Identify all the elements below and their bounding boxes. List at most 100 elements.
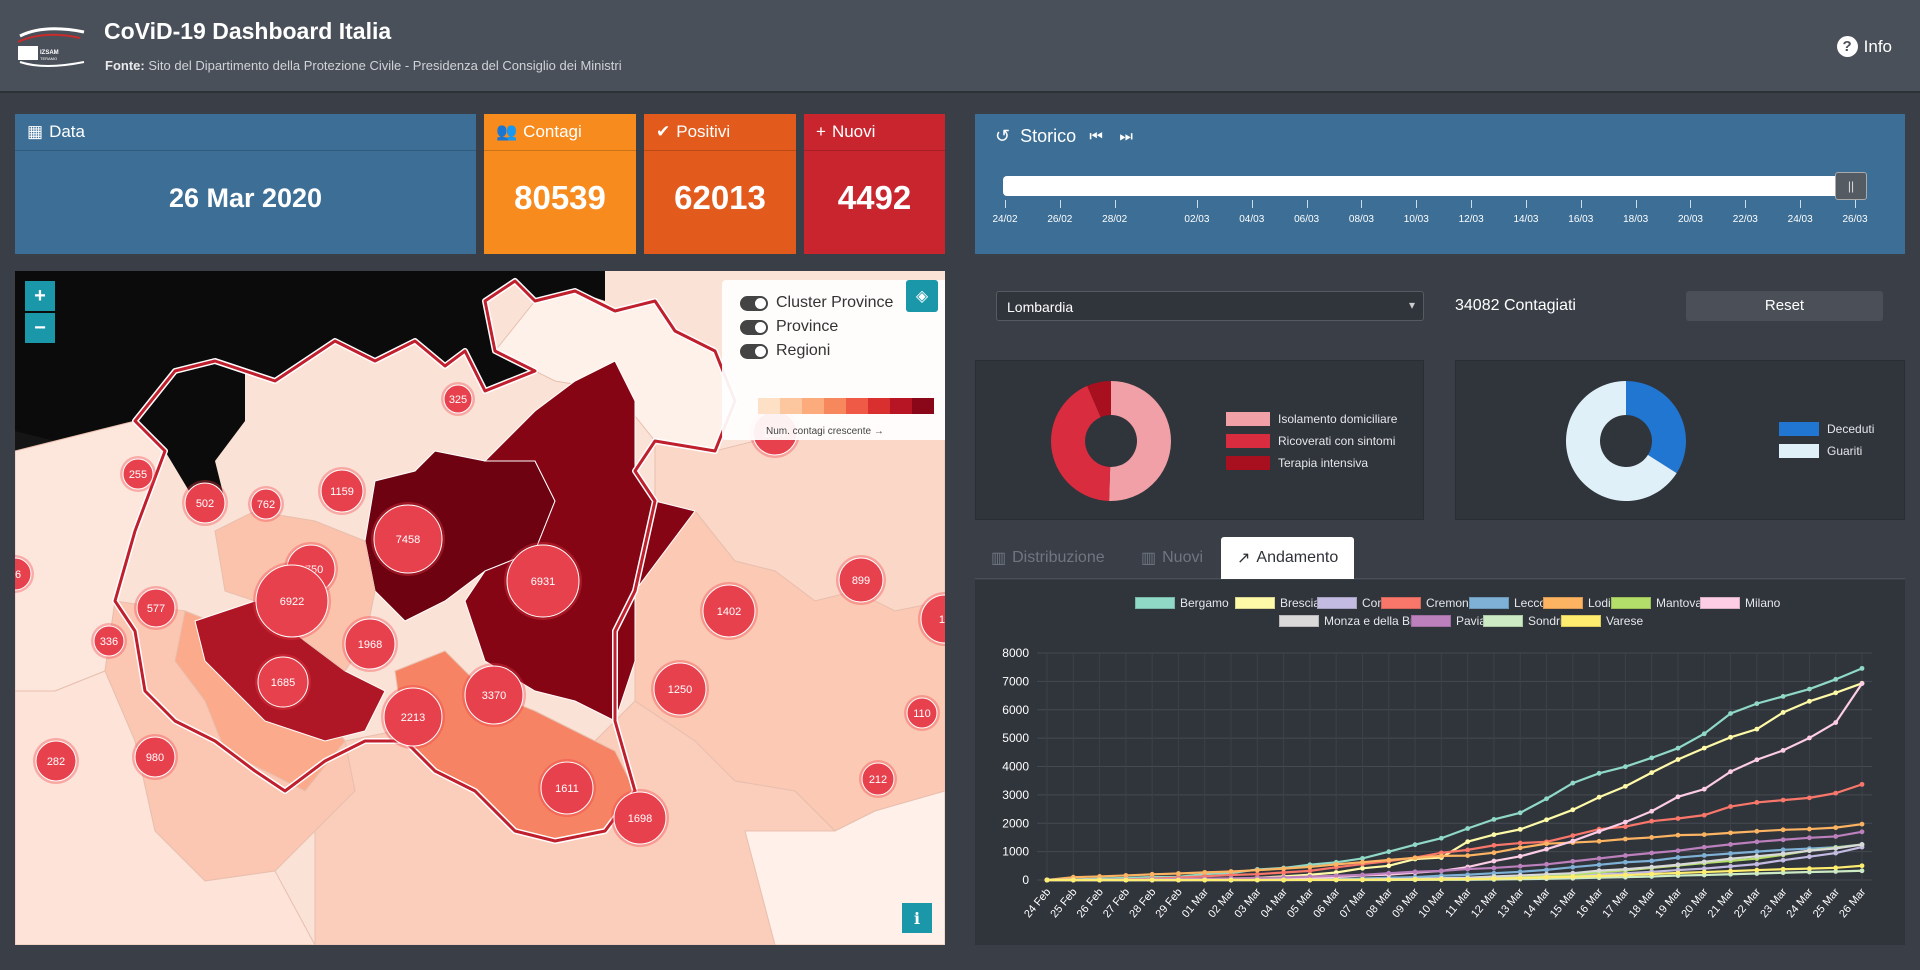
- toggle-regioni[interactable]: Regioni: [740, 342, 830, 360]
- series-point[interactable]: [1807, 698, 1812, 704]
- series-point[interactable]: [1728, 769, 1733, 775]
- series-point[interactable]: [1675, 848, 1681, 854]
- series-point[interactable]: [1754, 828, 1760, 834]
- province-cluster-marker[interactable]: 6922: [253, 562, 331, 640]
- series-point[interactable]: [1622, 866, 1628, 872]
- series-point[interactable]: [1728, 863, 1733, 869]
- tab-andamento[interactable]: ↗ Andamento: [1221, 537, 1355, 579]
- series-point[interactable]: [1649, 858, 1655, 864]
- series-point[interactable]: [1622, 783, 1628, 789]
- series-point[interactable]: [1754, 800, 1760, 805]
- series-point[interactable]: [1517, 853, 1523, 859]
- series-point[interactable]: [1360, 865, 1365, 871]
- province-cluster-marker[interactable]: 1402: [700, 582, 758, 640]
- series-point[interactable]: [1649, 864, 1655, 870]
- series-point[interactable]: [1412, 877, 1418, 882]
- series-point[interactable]: [1517, 810, 1523, 816]
- series-point[interactable]: [1596, 862, 1602, 868]
- series-point[interactable]: [1859, 842, 1865, 847]
- series-point[interactable]: [1701, 844, 1707, 850]
- series-point[interactable]: [1728, 856, 1733, 862]
- step-back-button[interactable]: ⏮: [1086, 127, 1106, 147]
- series-point[interactable]: [1622, 836, 1628, 842]
- series-point[interactable]: [1596, 829, 1602, 834]
- province-cluster-marker[interactable]: 1685: [255, 654, 311, 710]
- series-point[interactable]: [1780, 693, 1786, 699]
- province-cluster-marker[interactable]: 6931: [504, 542, 582, 620]
- series-point[interactable]: [1517, 840, 1523, 846]
- province-cluster-marker[interactable]: 325: [441, 382, 475, 416]
- series-point[interactable]: [1123, 877, 1129, 883]
- series-point[interactable]: [1360, 859, 1365, 865]
- province-cluster-marker[interactable]: 980: [132, 734, 178, 780]
- province-cluster-marker[interactable]: 282: [33, 738, 79, 784]
- tab-distribuzione[interactable]: ▥ Distribuzione: [975, 537, 1121, 579]
- series-point[interactable]: [1754, 867, 1760, 873]
- series-point[interactable]: [1491, 865, 1497, 871]
- step-forward-button[interactable]: ⏭: [1116, 127, 1136, 147]
- series-point[interactable]: [1807, 866, 1812, 871]
- series-point[interactable]: [1070, 877, 1076, 883]
- series-point[interactable]: [1728, 804, 1733, 809]
- series-point[interactable]: [1649, 818, 1655, 824]
- province-cluster-marker[interactable]: 3370: [462, 663, 526, 727]
- series-point[interactable]: [1596, 856, 1602, 861]
- series-point[interactable]: [1254, 867, 1260, 873]
- series-point[interactable]: [1728, 851, 1733, 856]
- series-point[interactable]: [1491, 832, 1497, 838]
- series-point[interactable]: [1596, 770, 1602, 776]
- series-point[interactable]: [1754, 849, 1760, 854]
- series-point[interactable]: [1596, 838, 1602, 844]
- series-point[interactable]: [1360, 872, 1365, 878]
- series-point[interactable]: [1859, 821, 1865, 827]
- series-point[interactable]: [1438, 868, 1444, 874]
- series-point[interactable]: [1754, 861, 1760, 867]
- province-cluster-marker[interactable]: 212: [859, 760, 897, 798]
- series-point[interactable]: [1622, 859, 1628, 865]
- series-point[interactable]: [1649, 770, 1655, 776]
- series-point[interactable]: [1570, 807, 1576, 813]
- series-point[interactable]: [1754, 701, 1760, 707]
- series-point[interactable]: [1544, 846, 1549, 852]
- region-select[interactable]: Lombardia: [996, 291, 1424, 321]
- series-point[interactable]: [1649, 850, 1655, 856]
- series-point[interactable]: [1465, 839, 1471, 845]
- series-point[interactable]: [1833, 676, 1839, 682]
- series-point[interactable]: [1649, 808, 1655, 814]
- series-point[interactable]: [1176, 877, 1181, 883]
- series-point[interactable]: [1780, 797, 1786, 803]
- toggle-switch[interactable]: [740, 319, 768, 335]
- series-point[interactable]: [1649, 755, 1655, 761]
- series-point[interactable]: [1097, 877, 1102, 883]
- series-point[interactable]: [1044, 877, 1050, 883]
- province-cluster-marker[interactable]: 110: [904, 695, 940, 731]
- legend-isolamento[interactable]: Isolamento domiciliare: [1226, 412, 1397, 426]
- series-point[interactable]: [1438, 835, 1444, 841]
- series-point[interactable]: [1596, 794, 1602, 800]
- series-point[interactable]: [1570, 874, 1576, 880]
- series-point[interactable]: [1622, 824, 1628, 830]
- series-point[interactable]: [1544, 817, 1549, 823]
- series-point[interactable]: [1859, 868, 1865, 874]
- toggle-cluster-province[interactable]: Cluster Province: [740, 294, 893, 312]
- zoom-out-button[interactable]: −: [25, 313, 55, 343]
- series-point[interactable]: [1622, 872, 1628, 878]
- series-point[interactable]: [1281, 866, 1287, 872]
- series-point[interactable]: [1333, 877, 1339, 883]
- series-point[interactable]: [1307, 864, 1313, 870]
- series-point[interactable]: [1780, 866, 1786, 872]
- province-cluster-marker[interactable]: 336: [91, 623, 127, 659]
- series-point[interactable]: [1833, 834, 1839, 839]
- layers-icon[interactable]: ◈: [906, 280, 938, 312]
- series-point[interactable]: [1807, 854, 1812, 860]
- series-line[interactable]: [1046, 667, 1863, 882]
- series-point[interactable]: [1807, 848, 1812, 854]
- series-point[interactable]: [1202, 869, 1208, 875]
- legend-ricoverati[interactable]: Ricoverati con sintomi: [1226, 434, 1395, 448]
- series-point[interactable]: [1728, 830, 1733, 836]
- series-point[interactable]: [1833, 720, 1839, 725]
- series-point[interactable]: [1859, 665, 1865, 671]
- series-point[interactable]: [1281, 877, 1287, 883]
- series-point[interactable]: [1780, 710, 1786, 715]
- series-point[interactable]: [1517, 875, 1523, 881]
